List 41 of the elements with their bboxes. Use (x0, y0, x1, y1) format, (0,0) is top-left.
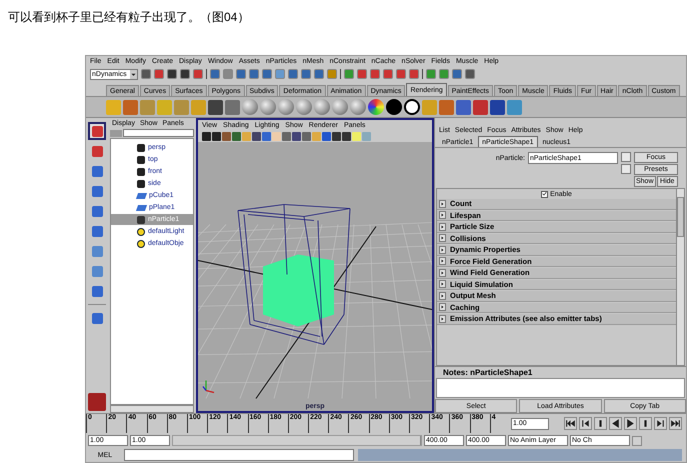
expand-arrow-icon[interactable] (439, 234, 446, 242)
filter-icon[interactable] (110, 130, 122, 136)
axis-indicator-icon (202, 380, 214, 394)
tool-icon[interactable] (88, 122, 106, 140)
expand-arrow-icon[interactable] (439, 292, 446, 300)
load-node-icon[interactable] (621, 164, 631, 174)
playback-control-icon[interactable] (579, 417, 592, 430)
playback-control-icon[interactable] (564, 417, 577, 430)
notes-field[interactable] (436, 378, 685, 398)
expand-arrow-icon[interactable] (439, 246, 446, 254)
caption: 可以看到杯子里已经有粒子出现了。（图04） (8, 9, 250, 26)
command-field[interactable] (124, 449, 354, 461)
shelf-tool-icon[interactable] (225, 100, 240, 114)
playback-control-icon[interactable] (609, 417, 622, 430)
playback-control-icon[interactable] (639, 417, 652, 430)
load-node-icon[interactable] (621, 152, 631, 162)
expand-arrow-icon[interactable] (439, 200, 446, 208)
playback-control-icon[interactable] (654, 417, 667, 430)
expand-arrow-icon[interactable] (439, 222, 446, 231)
expand-arrow-icon[interactable] (439, 211, 446, 220)
shelf-tool-icon[interactable] (473, 100, 488, 114)
scrollbar[interactable] (676, 189, 684, 365)
expand-arrow-icon[interactable] (439, 280, 446, 288)
caret-icon (130, 70, 137, 78)
enable-checkbox[interactable] (541, 190, 548, 198)
expand-arrow-icon[interactable] (439, 268, 446, 277)
expand-arrow-icon[interactable] (439, 303, 446, 312)
particle-icon (137, 216, 145, 224)
scrollbar[interactable] (110, 405, 194, 413)
expand-arrow-icon[interactable] (439, 314, 446, 323)
shelf-tool-icon[interactable] (490, 100, 505, 114)
shelf-tool-icon[interactable] (456, 100, 471, 114)
particle-cloud-drawing (263, 254, 334, 326)
playback-control-icon[interactable] (594, 417, 607, 430)
shelf-tool-icon[interactable] (208, 100, 223, 114)
expand-arrow-icon[interactable] (439, 257, 446, 266)
filter-field[interactable] (123, 129, 194, 137)
playback-control-icon[interactable] (624, 417, 637, 430)
playback-control-icon[interactable] (669, 417, 682, 430)
mesh-icon (136, 204, 148, 210)
mesh-icon (136, 192, 148, 198)
